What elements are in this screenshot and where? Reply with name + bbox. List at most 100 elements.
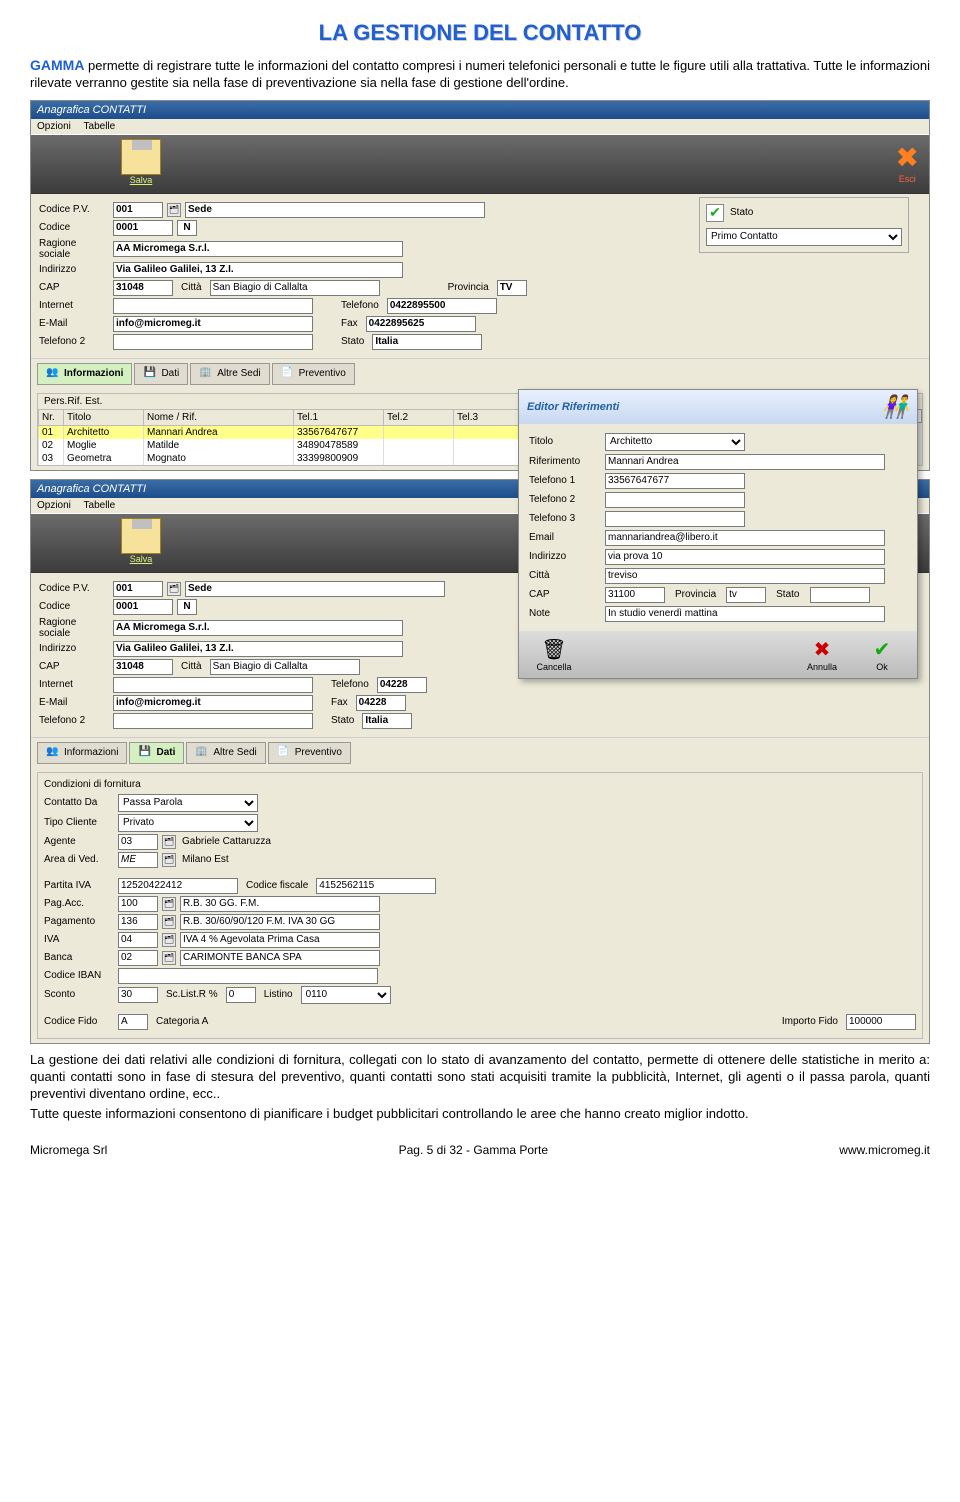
- input-tel2[interactable]: [113, 713, 313, 729]
- input-N[interactable]: [177, 220, 197, 236]
- paragraph-3: Tutte queste informazioni consentono di …: [30, 1106, 930, 1123]
- input-ifido[interactable]: [846, 1014, 916, 1030]
- input-cfisc[interactable]: [316, 878, 436, 894]
- input-sclist[interactable]: [226, 987, 256, 1003]
- editor-t1[interactable]: [605, 473, 745, 489]
- label-codice: Codice: [39, 222, 109, 233]
- select-listino[interactable]: 0110: [301, 986, 391, 1004]
- input-cap[interactable]: [113, 659, 173, 675]
- input-indirizzo[interactable]: [113, 262, 403, 278]
- tab-informazioni[interactable]: 👥Informazioni: [37, 363, 132, 385]
- editor-prov[interactable]: [726, 587, 766, 603]
- save-button[interactable]: Salva: [121, 139, 161, 185]
- label-cap: CAP: [39, 282, 109, 293]
- label-fax: Fax: [337, 318, 362, 329]
- editor-cap[interactable]: [605, 587, 665, 603]
- editor-titolo[interactable]: Architetto: [605, 433, 745, 451]
- input-banca[interactable]: [118, 950, 158, 966]
- editor-note[interactable]: [605, 606, 885, 622]
- input-codice[interactable]: [113, 220, 173, 236]
- lookup-icon[interactable]: 🗂: [167, 203, 181, 217]
- select-contattoda[interactable]: Passa Parola: [118, 794, 258, 812]
- input-pagamento[interactable]: [118, 914, 158, 930]
- input-telefono[interactable]: [387, 298, 497, 314]
- cancella-button[interactable]: 🗑Cancella: [529, 637, 579, 672]
- menubar: Opzioni Tabelle: [31, 119, 929, 134]
- tab-dati[interactable]: 💾Dati: [129, 742, 184, 764]
- input-internet[interactable]: [113, 677, 313, 693]
- input-internet[interactable]: [113, 298, 313, 314]
- input-N[interactable]: [177, 599, 197, 615]
- select-tipocliente[interactable]: Privato: [118, 814, 258, 832]
- input-provincia[interactable]: [497, 280, 527, 296]
- input-tel2[interactable]: [113, 334, 313, 350]
- editor-citta[interactable]: [605, 568, 885, 584]
- tab-altre-sedi[interactable]: 🏢Altre Sedi: [186, 742, 265, 764]
- input-codice[interactable]: [113, 599, 173, 615]
- input-sede[interactable]: [185, 581, 445, 597]
- input-area[interactable]: [118, 852, 158, 868]
- label-provincia: Provincia: [444, 282, 493, 293]
- input-telefono[interactable]: [377, 677, 427, 693]
- input-fax[interactable]: [356, 695, 406, 711]
- building-icon: 🏢: [199, 367, 213, 381]
- people-icon: 👫: [882, 394, 909, 420]
- editor-email[interactable]: [605, 530, 885, 546]
- editor-rif[interactable]: [605, 454, 885, 470]
- tab-altre-sedi[interactable]: 🏢Altre Sedi: [190, 363, 269, 385]
- input-sconto[interactable]: [118, 987, 158, 1003]
- input-citta[interactable]: [210, 280, 380, 296]
- menu-tabelle[interactable]: Tabelle: [84, 500, 116, 511]
- exit-button[interactable]: ✖ Esci: [896, 141, 919, 184]
- input-ragione[interactable]: [113, 241, 403, 257]
- save-button[interactable]: Salva: [121, 518, 161, 564]
- input-cfido[interactable]: [118, 1014, 148, 1030]
- menu-opzioni[interactable]: Opzioni: [37, 500, 71, 511]
- lookup-icon[interactable]: 🗂: [162, 835, 176, 849]
- tab-preventivo[interactable]: 📄Preventivo: [268, 742, 351, 764]
- editor-t2[interactable]: [605, 492, 745, 508]
- input-indirizzo[interactable]: [113, 641, 403, 657]
- input-citta[interactable]: [210, 659, 360, 675]
- lookup-icon[interactable]: 🗂: [162, 915, 176, 929]
- tab-dati[interactable]: 💾Dati: [134, 363, 188, 385]
- editor-t3[interactable]: [605, 511, 745, 527]
- lookup-icon[interactable]: 🗂: [167, 582, 181, 596]
- tab-row: 👥Informazioni 💾Dati 🏢Altre Sedi 📄Prevent…: [31, 737, 929, 768]
- input-fax[interactable]: [366, 316, 476, 332]
- stato-select[interactable]: Primo Contatto: [706, 228, 902, 246]
- lookup-icon[interactable]: 🗂: [162, 853, 176, 867]
- input-iban[interactable]: [118, 968, 378, 984]
- input-pagacc[interactable]: [118, 896, 158, 912]
- tab-informazioni[interactable]: 👥Informazioni: [37, 742, 127, 764]
- lookup-icon[interactable]: 🗂: [162, 897, 176, 911]
- input-codicepv[interactable]: [113, 581, 163, 597]
- input-agente[interactable]: [118, 834, 158, 850]
- editor-ind[interactable]: [605, 549, 885, 565]
- input-piva[interactable]: [118, 878, 238, 894]
- input-stato[interactable]: [362, 713, 412, 729]
- input-banca-desc: [180, 950, 380, 966]
- input-email[interactable]: [113, 316, 313, 332]
- lookup-icon[interactable]: 🗂: [162, 933, 176, 947]
- ok-button[interactable]: ✔Ok: [857, 637, 907, 672]
- label-codicepv: Codice P.V.: [39, 204, 109, 215]
- editor-stato[interactable]: [810, 587, 870, 603]
- doc-icon: 📄: [281, 367, 295, 381]
- label-email: E-Mail: [39, 318, 109, 329]
- input-stato[interactable]: [372, 334, 482, 350]
- input-codicepv[interactable]: [113, 202, 163, 218]
- input-sede[interactable]: [185, 202, 485, 218]
- input-iva[interactable]: [118, 932, 158, 948]
- input-pag-desc: [180, 914, 380, 930]
- input-ragione[interactable]: [113, 620, 403, 636]
- annulla-button[interactable]: ✖Annulla: [797, 637, 847, 672]
- tab-preventivo[interactable]: 📄Preventivo: [272, 363, 355, 385]
- menu-opzioni[interactable]: Opzioni: [37, 121, 71, 132]
- page-title: LA GESTIONE DEL CONTATTO: [30, 20, 930, 46]
- input-email[interactable]: [113, 695, 313, 711]
- lookup-icon[interactable]: 🗂: [162, 951, 176, 965]
- input-cap[interactable]: [113, 280, 173, 296]
- menu-tabelle[interactable]: Tabelle: [84, 121, 116, 132]
- label-tel2: Telefono 2: [39, 336, 109, 347]
